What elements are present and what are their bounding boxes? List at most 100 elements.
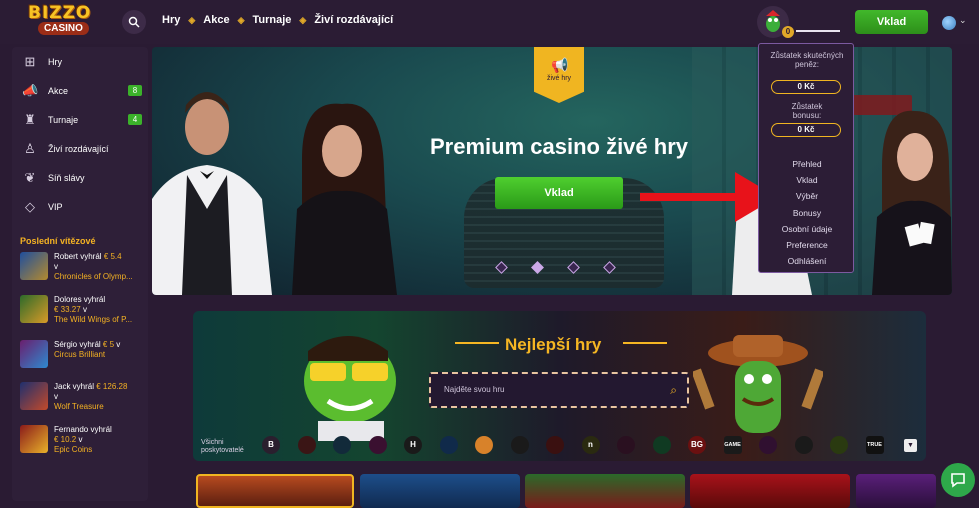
sidebar-item-label: Síň slávy: [48, 173, 85, 183]
game-thumbnail[interactable]: [20, 252, 48, 280]
top-games-title: Nejlepší hry: [505, 335, 602, 354]
game-tile[interactable]: [856, 474, 936, 508]
provider-logo[interactable]: [830, 436, 848, 454]
menu-item-preference[interactable]: Preference: [759, 240, 855, 250]
provider-logo[interactable]: [546, 436, 564, 454]
provider-logo[interactable]: n: [581, 436, 600, 454]
male-dealer-image: [152, 92, 272, 295]
carousel-dot[interactable]: [567, 261, 580, 274]
providers-label-line2: poskytovatelé: [201, 447, 244, 454]
winner-item[interactable]: Sérgio vyhrál € 5 v Circus Brilliant: [20, 340, 148, 374]
live-games-tab[interactable]: 📢 živé hry: [534, 47, 584, 103]
carousel-dot[interactable]: [603, 261, 616, 274]
winner-name: Jack vyhrál: [54, 382, 95, 391]
provider-logo[interactable]: BG: [688, 436, 706, 454]
winner-item[interactable]: Robert vyhrál € 5.4 v Chronicles of Olym…: [20, 252, 148, 286]
hero-deposit-button[interactable]: Vklad: [495, 177, 623, 209]
winner-amount: € 10.2: [54, 435, 77, 444]
search-icon[interactable]: ⌕: [670, 383, 677, 398]
providers-label[interactable]: Všichni poskytovatelé: [201, 439, 244, 455]
sidebar-item-sin-slavy[interactable]: ❦ Síň slávy: [22, 168, 142, 188]
provider-logo[interactable]: [617, 436, 635, 454]
user-avatar[interactable]: 0: [757, 6, 794, 38]
dealer-icon: ♙: [24, 141, 36, 156]
chevron-down-icon[interactable]: ⌄: [959, 15, 967, 26]
provider-logo[interactable]: [652, 436, 671, 454]
sidebar-item-zivi-rozdavajici[interactable]: ♙ Živí rozdávající: [22, 139, 142, 159]
main-nav: Hry ◈ Akce ◈ Turnaje ◈ Živí rozdávající: [162, 14, 401, 26]
winner-game-link[interactable]: Circus Brilliant: [54, 350, 146, 360]
menu-item-osobni-udaje[interactable]: Osobní údaje: [759, 224, 855, 234]
globe-icon[interactable]: [942, 16, 956, 30]
winner-item[interactable]: Fernando vyhrál € 10.2 v Epic Coins: [20, 425, 148, 459]
menu-item-bonusy[interactable]: Bonusy: [759, 208, 855, 218]
carousel-dot[interactable]: [495, 261, 508, 274]
winner-item[interactable]: Dolores vyhrál € 33.27 v The Wild Wings …: [20, 295, 148, 329]
provider-logo[interactable]: [475, 436, 493, 454]
provider-logo[interactable]: H: [404, 436, 422, 454]
provider-logo[interactable]: [297, 436, 316, 454]
winner-name: Fernando vyhrál: [54, 425, 112, 434]
sidebar-item-turnaje[interactable]: ♜ Turnaje 4: [22, 110, 142, 130]
cactus-cowboy-image: [693, 335, 823, 433]
provider-logo[interactable]: [510, 436, 529, 454]
winner-amount: € 5: [102, 340, 115, 349]
game-tile[interactable]: [525, 474, 685, 508]
game-thumbnail[interactable]: [20, 425, 48, 453]
provider-logo[interactable]: [333, 436, 351, 454]
provider-logo[interactable]: [368, 436, 387, 454]
game-thumbnail[interactable]: [20, 382, 48, 410]
female-dealer-image: [292, 103, 397, 295]
game-tile[interactable]: [690, 474, 850, 508]
winner-game-link[interactable]: Wolf Treasure: [54, 402, 146, 412]
provider-logo[interactable]: [439, 436, 458, 454]
deposit-button[interactable]: Vklad: [855, 10, 928, 34]
menu-item-vklad[interactable]: Vklad: [759, 175, 855, 185]
sidebar: ⊞ Hry 📣 Akce 8 ♜ Turnaje 4 ♙ Živí rozdáv…: [12, 47, 148, 501]
winner-game-link[interactable]: Chronicles of Olymp...: [54, 272, 146, 282]
nav-zivi-rozdavajici[interactable]: Živí rozdávající: [314, 14, 393, 26]
provider-logo[interactable]: B: [262, 436, 280, 454]
bizzo-casino-logo[interactable]: BIZZO CASINO: [20, 3, 100, 39]
game-thumbnail[interactable]: [20, 340, 48, 368]
sidebar-item-hry[interactable]: ⊞ Hry: [22, 52, 142, 72]
winner-item[interactable]: Jack vyhrál € 126.28 v Wolf Treasure: [20, 382, 148, 416]
chevron-down-icon[interactable]: ▼: [904, 439, 917, 452]
menu-item-odhlaseni[interactable]: Odhlášení: [759, 256, 855, 266]
carousel-dot-active[interactable]: [531, 261, 544, 274]
bonus-balance-value: 0 Kč: [771, 123, 841, 137]
provider-logo[interactable]: [794, 436, 813, 454]
winner-amount: € 5.4: [103, 252, 122, 261]
provider-logo[interactable]: TRUE: [865, 436, 884, 454]
sidebar-item-akce[interactable]: 📣 Akce 8: [22, 81, 142, 101]
carousel-pagination: [495, 261, 641, 274]
live-games-tab-label: živé hry: [546, 75, 572, 82]
provider-logo[interactable]: GAME: [723, 436, 742, 454]
winner-amount: € 126.28: [96, 382, 128, 391]
real-balance-label: Zůstatek skutečných peněz:: [770, 51, 844, 69]
sidebar-item-label: Akce: [48, 86, 69, 96]
bonus-balance-label: Zůstatek bonusu:: [791, 102, 823, 120]
username-placeholder[interactable]: [796, 30, 840, 32]
game-tile[interactable]: [360, 474, 520, 508]
menu-item-prehled[interactable]: Přehled: [759, 159, 855, 169]
nav-turnaje[interactable]: Turnaje: [252, 14, 291, 26]
game-tile[interactable]: [196, 474, 354, 508]
winner-game-link[interactable]: The Wild Wings of P...: [54, 315, 146, 325]
count-badge: 4: [128, 114, 142, 125]
game-thumbnail[interactable]: [20, 295, 48, 323]
title-decoration: [455, 342, 499, 344]
top-bar: BIZZO CASINO Hry ◈ Akce ◈ Turnaje ◈ Živí…: [0, 0, 979, 44]
winner-v: v: [78, 435, 83, 444]
nav-hry[interactable]: Hry: [162, 14, 180, 26]
menu-item-vyber[interactable]: Výběr: [759, 191, 855, 201]
nav-akce[interactable]: Akce: [203, 14, 229, 26]
winner-game-link[interactable]: Epic Coins: [54, 445, 146, 455]
game-search-field[interactable]: Najděte svou hru ⌕: [429, 372, 689, 408]
provider-logo[interactable]: [759, 436, 777, 454]
sidebar-item-vip[interactable]: ◇ VIP: [22, 197, 142, 217]
live-chat-button[interactable]: [941, 463, 975, 497]
search-button[interactable]: [122, 10, 146, 34]
title-decoration: [623, 342, 667, 344]
frog-character-image: [304, 336, 396, 441]
